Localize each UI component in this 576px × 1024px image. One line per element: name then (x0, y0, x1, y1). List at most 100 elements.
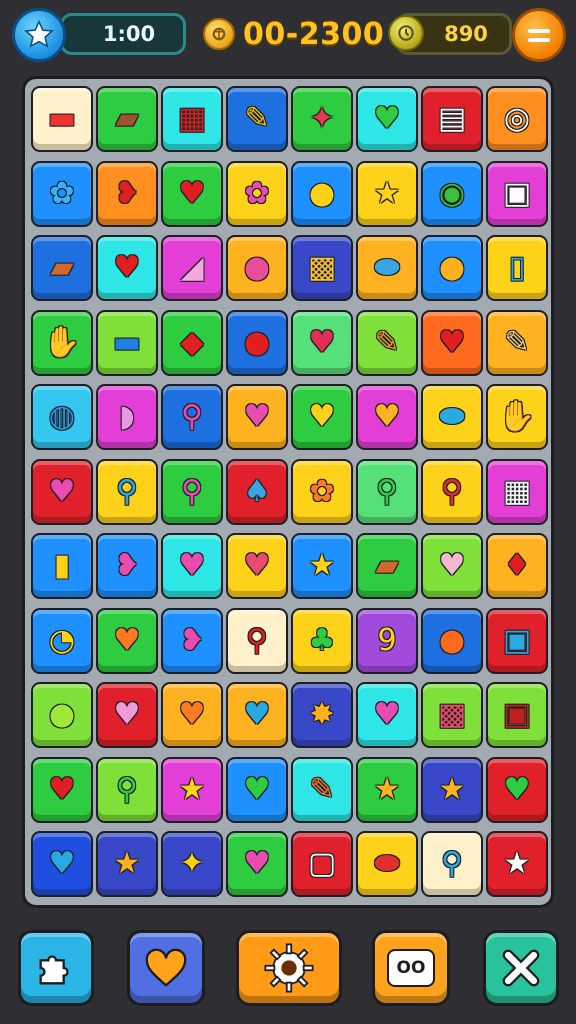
tile-r2-c2[interactable]: ❥ (96, 160, 158, 227)
tile-r10-c6[interactable]: ★ (356, 756, 418, 823)
tile-r7-c6[interactable]: ▰ (356, 533, 418, 599)
tile-r9-c4[interactable]: ♥ (226, 682, 288, 748)
tile-r10-c7[interactable]: ★ (421, 756, 483, 823)
tile-r6-c8[interactable]: ▦ (486, 458, 548, 525)
settings-button[interactable] (236, 930, 342, 1006)
tile-r5-c8[interactable]: ✋ (486, 384, 548, 450)
tile-r2-c5[interactable]: ● (291, 160, 353, 227)
tile-r1-c8[interactable]: ◎ (486, 86, 548, 152)
tile-r11-c3[interactable]: ✦ (161, 831, 223, 897)
tile-r5-c1[interactable]: ◍ (31, 384, 93, 450)
tile-r4-c6[interactable]: ✎ (356, 309, 418, 376)
tile-r11-c7[interactable]: ⚲ (421, 831, 483, 897)
tile-r8-c6[interactable]: 9 (356, 607, 418, 674)
tile-r10-c4[interactable]: ♥ (226, 756, 288, 823)
tile-r1-c4[interactable]: ✎ (226, 86, 288, 152)
tile-r4-c8[interactable]: ✎ (486, 309, 548, 376)
tile-r2-c6[interactable]: ★ (356, 160, 418, 227)
tile-r3-c2[interactable]: ♥ (96, 235, 158, 301)
tile-symbol: ⚲ (441, 846, 463, 881)
tile-r6-c6[interactable]: ⚲ (356, 458, 418, 525)
tile-r8-c8[interactable]: ▣ (486, 607, 548, 674)
tile-r3-c7[interactable]: ● (421, 235, 483, 301)
close-button[interactable] (483, 930, 559, 1006)
tile-r9-c5[interactable]: ✸ (291, 682, 353, 748)
tile-r8-c2[interactable]: ♥ (96, 607, 158, 674)
tile-r6-c7[interactable]: ⚲ (421, 458, 483, 525)
tile-r10-c3[interactable]: ★ (161, 756, 223, 823)
pause-button[interactable]: OO (372, 930, 450, 1006)
tile-r2-c8[interactable]: ▣ (486, 160, 548, 227)
tile-r5-c7[interactable]: ⬬ (421, 384, 483, 450)
tile-symbol: ❥ (179, 622, 205, 658)
tile-r11-c1[interactable]: ♥ (31, 831, 93, 897)
tile-r7-c7[interactable]: ♥ (421, 533, 483, 599)
tile-r7-c8[interactable]: ♦ (486, 533, 548, 599)
tile-r5-c3[interactable]: ⚲ (161, 384, 223, 450)
tile-symbol: ⬬ (374, 846, 400, 881)
tile-r8-c7[interactable]: ● (421, 607, 483, 674)
tile-r4-c2[interactable]: ▬ (96, 309, 158, 376)
tile-r4-c4[interactable]: ● (226, 309, 288, 376)
tile-r5-c4[interactable]: ♥ (226, 384, 288, 450)
tile-r10-c1[interactable]: ♥ (31, 756, 93, 823)
pause-label-box: OO (387, 949, 435, 987)
tile-r11-c5[interactable]: ▢ (291, 831, 353, 897)
tile-r1-c5[interactable]: ✦ (291, 86, 353, 152)
tile-r9-c3[interactable]: ♥ (161, 682, 223, 748)
tile-r4-c7[interactable]: ♥ (421, 309, 483, 376)
tile-r1-c6[interactable]: ♥ (356, 86, 418, 152)
favorite-button[interactable] (127, 930, 205, 1006)
star-button[interactable] (12, 8, 66, 62)
tile-r11-c8[interactable]: ★ (486, 831, 548, 897)
tile-r7-c2[interactable]: ❥ (96, 533, 158, 599)
tile-r3-c5[interactable]: ▩ (291, 235, 353, 301)
tile-r9-c7[interactable]: ▩ (421, 682, 483, 748)
tile-r2-c3[interactable]: ♥ (161, 160, 223, 227)
tile-r9-c2[interactable]: ♥ (96, 682, 158, 748)
tile-r4-c5[interactable]: ♥ (291, 309, 353, 376)
tile-r11-c2[interactable]: ★ (96, 831, 158, 897)
tile-r3-c8[interactable]: ▯ (486, 235, 548, 301)
tile-r6-c2[interactable]: ⚲ (96, 458, 158, 525)
tile-r11-c6[interactable]: ⬬ (356, 831, 418, 897)
tile-r6-c5[interactable]: ✿ (291, 458, 353, 525)
tile-r1-c7[interactable]: ▤ (421, 86, 483, 152)
tile-r6-c3[interactable]: ⚲ (161, 458, 223, 525)
tile-r8-c5[interactable]: ♣ (291, 607, 353, 674)
tile-r6-c1[interactable]: ♥ (31, 458, 93, 525)
tile-r2-c1[interactable]: ✿ (31, 160, 93, 227)
tile-r1-c1[interactable]: ▬ (31, 86, 93, 152)
tile-r1-c3[interactable]: ▦ (161, 86, 223, 152)
tile-r11-c4[interactable]: ♥ (226, 831, 288, 897)
tile-r10-c2[interactable]: ⚲ (96, 756, 158, 823)
tile-r5-c5[interactable]: ♥ (291, 384, 353, 450)
tile-r9-c1[interactable]: ● (31, 682, 93, 748)
tile-r8-c3[interactable]: ❥ (161, 607, 223, 674)
tile-r3-c4[interactable]: ● (226, 235, 288, 301)
tile-r2-c4[interactable]: ✿ (226, 160, 288, 227)
tile-r10-c5[interactable]: ✎ (291, 756, 353, 823)
tile-r9-c6[interactable]: ♥ (356, 682, 418, 748)
tile-symbol: ✋ (498, 399, 536, 434)
tile-r2-c7[interactable]: ◉ (421, 160, 483, 227)
tile-r4-c3[interactable]: ◆ (161, 309, 223, 376)
tile-r8-c4[interactable]: ⚲ (226, 607, 288, 674)
tile-r3-c6[interactable]: ⬬ (356, 235, 418, 301)
tile-r3-c1[interactable]: ▰ (31, 235, 93, 301)
tile-r5-c6[interactable]: ♥ (356, 384, 418, 450)
tile-r7-c1[interactable]: ▮ (31, 533, 93, 599)
tile-r9-c8[interactable]: ▣ (486, 682, 548, 748)
hint-button[interactable] (18, 930, 94, 1006)
tile-r4-c1[interactable]: ✋ (31, 309, 93, 376)
tile-r6-c4[interactable]: ♠ (226, 458, 288, 525)
tile-r1-c2[interactable]: ▰ (96, 86, 158, 152)
tile-r7-c4[interactable]: ♥ (226, 533, 288, 599)
menu-button[interactable] (512, 8, 566, 62)
tile-r7-c3[interactable]: ♥ (161, 533, 223, 599)
tile-r8-c1[interactable]: ◔ (31, 607, 93, 674)
tile-r10-c8[interactable]: ♥ (486, 756, 548, 823)
tile-r3-c3[interactable]: ◢ (161, 235, 223, 301)
tile-r7-c5[interactable]: ★ (291, 533, 353, 599)
tile-r5-c2[interactable]: ◗ (96, 384, 158, 450)
